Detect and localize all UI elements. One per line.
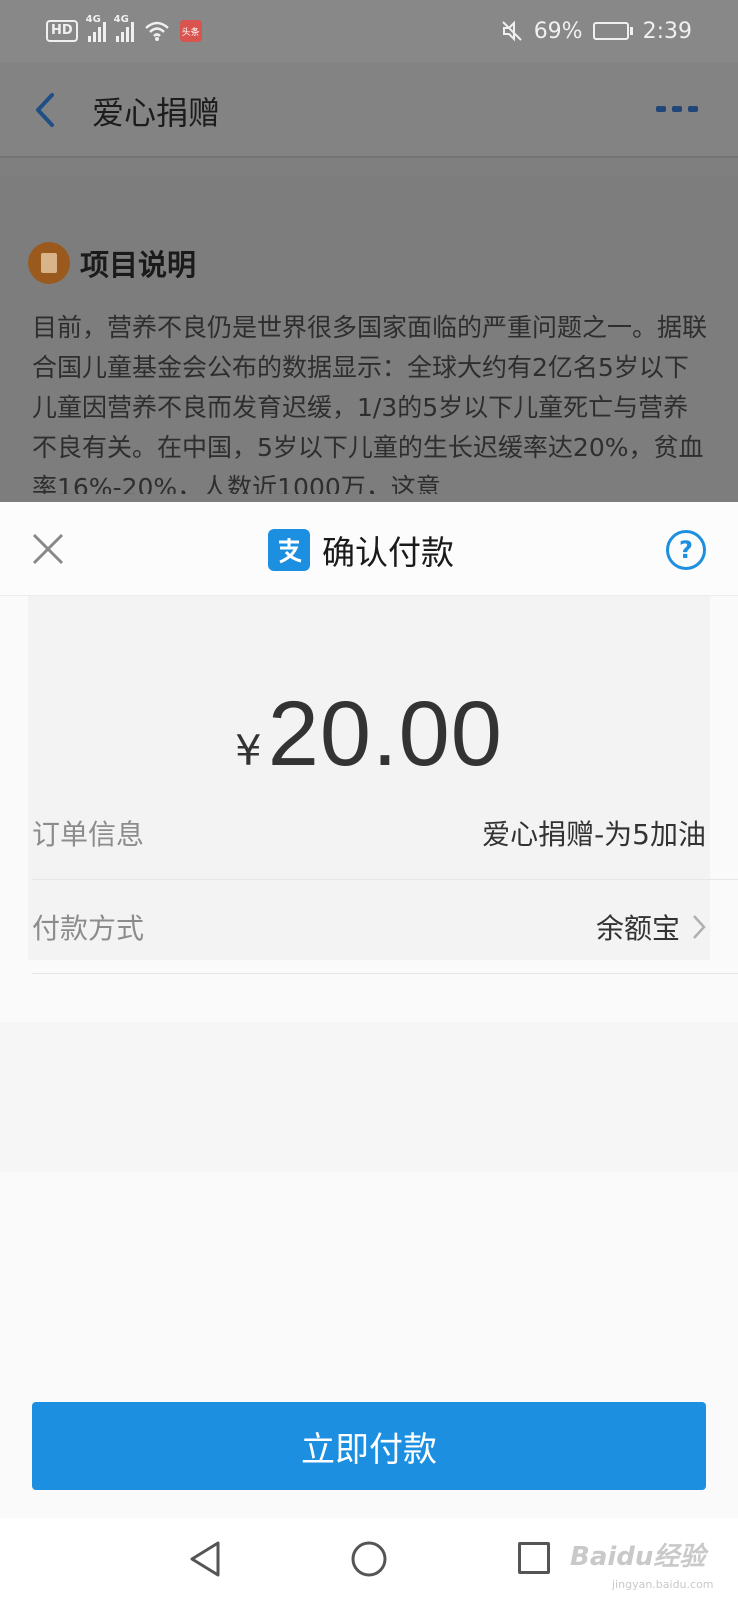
pay-now-button[interactable]: 立即付款 [32,1402,706,1490]
clock: 2:39 [642,18,692,44]
signal-icon: 4G [114,14,134,42]
wifi-icon [144,21,169,41]
project-description-text: 目前，营养不良仍是世界很多国家面临的严重问题之一。据联合国儿童基金会公布的数据显… [32,313,708,494]
app-notification-icon: 头条 [179,20,202,42]
chevron-right-icon [693,914,706,939]
payment-method-row[interactable]: 付款方式 余额宝 [32,880,738,974]
battery-icon [592,22,633,40]
network-type-label: 4G [85,14,101,25]
hd-badge: HD [46,20,78,42]
close-icon[interactable] [30,531,66,567]
network-type-label: 4G [113,14,129,25]
mute-icon [501,20,522,42]
sheet-title-group: 确认付款 [268,526,454,574]
battery-percent: 69% [533,18,583,44]
document-icon [28,242,70,284]
help-icon[interactable]: ? [666,530,706,570]
status-left: HD 4G 4G 头条 [46,14,202,42]
payment-method-value-group[interactable]: 余额宝 [596,907,706,947]
baidu-watermark-logo: Baidu经验 [570,1542,706,1572]
system-back-icon[interactable] [188,1540,222,1578]
sheet-title: 确认付款 [322,533,454,572]
sheet-header: 确认付款 ? [0,502,738,596]
order-info-row: 订单信息 爱心捐赠-为5加油 [32,786,738,880]
status-bar: HD 4G 4G 头条 69% 2:39 [0,0,738,62]
status-right: 69% 2:39 [500,19,692,44]
payment-method-value: 余额宝 [595,911,680,945]
more-options-icon[interactable] [656,106,698,112]
back-arrow-icon[interactable] [34,92,56,128]
system-navigation-bar: Baidu经验 jingyan.baidu.com [0,1518,738,1600]
background-watermark [0,1022,738,1172]
amount-value: 20.00 [267,683,503,785]
page-title: 爱心捐赠 [92,94,221,132]
system-recent-apps-icon[interactable] [518,1542,550,1574]
currency-symbol: ¥ [235,726,262,775]
app-header: 爱心捐赠 [0,62,738,158]
project-description-section: 项目说明 目前，营养不良仍是世界很多国家面临的严重问题之一。据联合国儿童基金会公… [0,176,738,516]
signal-icon: 4G [86,14,106,42]
order-info-label: 订单信息 [32,817,145,851]
section-title: 项目说明 [80,248,197,282]
alipay-logo-icon [268,529,310,571]
payment-amount: ¥ 20.00 [0,682,738,787]
system-home-icon[interactable] [350,1540,388,1578]
order-info-value: 爱心捐赠-为5加油 [482,817,706,851]
baidu-watermark-site: jingyan.baidu.com [612,1578,714,1591]
section-header: 项目说明 [28,242,196,284]
confirm-payment-sheet: 确认付款 ? ¥ 20.00 订单信息 爱心捐赠-为5加油 付款方式 余额宝 立… [0,502,738,1518]
payment-method-label: 付款方式 [32,911,145,945]
